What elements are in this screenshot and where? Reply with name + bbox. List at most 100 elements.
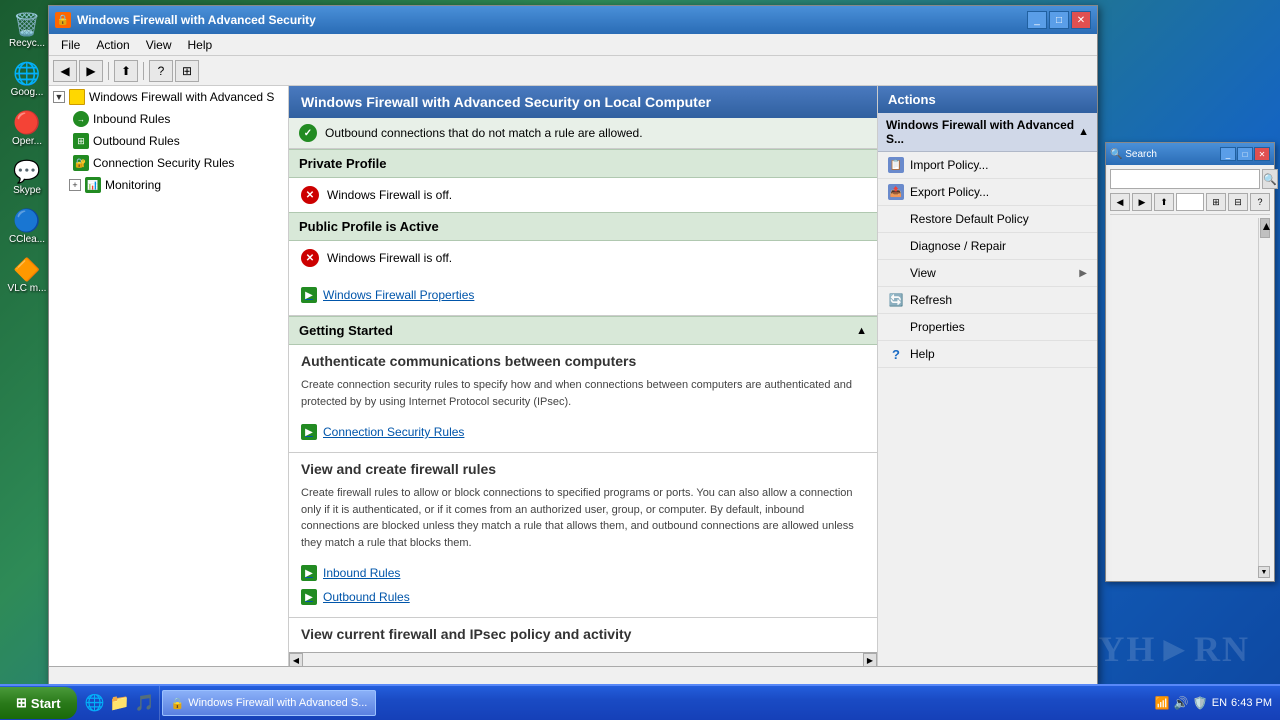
menu-bar: File Action View Help <box>49 34 1097 56</box>
bg-close-btn[interactable]: ✕ <box>1254 147 1270 161</box>
bg-window-body: 🔍 ◀ ▶ ⬆ ⊞ ⊟ ? ▲ ▼ <box>1106 165 1274 582</box>
action-restore-default[interactable]: Restore Default Policy <box>878 206 1097 233</box>
connection-security-link-text: Connection Security Rules <box>323 425 464 439</box>
actions-panel: Actions Windows Firewall with Advanced S… <box>877 86 1097 666</box>
info-banner-text: Outbound connections that do not match a… <box>325 126 643 140</box>
tray-security-icon: 🛡️ <box>1193 696 1208 710</box>
content-body[interactable]: ✓ Outbound connections that do not match… <box>289 118 877 652</box>
horizontal-scrollbar[interactable]: ◀ ▶ <box>289 652 877 666</box>
close-button[interactable]: ✕ <box>1071 11 1091 29</box>
connection-security-link-icon: ▶ <box>301 424 317 440</box>
minimize-button[interactable]: _ <box>1027 11 1047 29</box>
quicklaunch-media[interactable]: 🎵 <box>133 691 157 715</box>
bg-search-input[interactable] <box>1110 169 1260 189</box>
opera-desktop-icon[interactable]: 🔴 Oper... <box>5 108 49 149</box>
forward-button[interactable]: ▶ <box>79 60 103 82</box>
view-current-description: View information about currently applied… <box>301 650 865 652</box>
bg-minimize-btn[interactable]: _ <box>1220 147 1236 161</box>
bg-window-titlebar: 🔍 Search _ □ ✕ <box>1106 143 1274 165</box>
bg-maximize-btn[interactable]: □ <box>1237 147 1253 161</box>
tree-monitoring-label: Monitoring <box>105 178 161 192</box>
authenticate-section: Authenticate communications between comp… <box>289 345 877 453</box>
outbound-rules-link[interactable]: ▶ Outbound Rules <box>301 585 865 609</box>
authenticate-description: Create connection security rules to spec… <box>301 377 865 410</box>
firewall-props-link-text: Windows Firewall Properties <box>323 288 474 302</box>
bg-toolbar-split[interactable]: ⊟ <box>1228 193 1248 211</box>
extra-button[interactable]: ⊞ <box>175 60 199 82</box>
bg-search-button[interactable]: 🔍 <box>1262 169 1278 189</box>
ccleaner-desktop-icon[interactable]: 🔵 CClea... <box>5 206 49 247</box>
clock: 6:43 PM <box>1231 697 1272 709</box>
toolbar: ◀ ▶ ⬆ ? ⊞ <box>49 56 1097 86</box>
recycle-bin-icon[interactable]: 🗑️ Recyc... <box>5 10 49 51</box>
firewall-properties-link[interactable]: ▶ Windows Firewall Properties <box>301 283 865 307</box>
help-button[interactable]: ? <box>149 60 173 82</box>
vlc-desktop-icon[interactable]: 🔶 VLC m... <box>5 255 49 296</box>
help-icon: ? <box>888 346 904 362</box>
view-current-title: View current firewall and IPsec policy a… <box>301 626 865 642</box>
public-profile-header: Public Profile is Active <box>289 212 877 241</box>
authenticate-title: Authenticate communications between comp… <box>301 353 865 369</box>
skype-desktop-icon[interactable]: 💬 Skype <box>5 157 49 198</box>
bg-toolbar-btn3[interactable]: ⬆ <box>1154 193 1174 211</box>
monitoring-icon: 📊 <box>85 177 101 193</box>
bg-toolbar-view-btn[interactable]: ⊞ <box>1206 193 1226 211</box>
tree-item-inbound[interactable]: → Inbound Rules <box>49 108 288 130</box>
inbound-rules-link[interactable]: ▶ Inbound Rules <box>301 561 865 585</box>
menu-view[interactable]: View <box>138 36 180 54</box>
tree-expand-root[interactable]: ▼ <box>53 91 65 103</box>
bg-toolbar-help[interactable]: ? <box>1250 193 1270 211</box>
maximize-button[interactable]: □ <box>1049 11 1069 29</box>
connection-security-rules-link[interactable]: ▶ Connection Security Rules <box>301 420 865 444</box>
content-header: Windows Firewall with Advanced Security … <box>289 86 877 118</box>
action-import-policy[interactable]: 📋 Import Policy... <box>878 152 1097 179</box>
tree-panel: ▼ Windows Firewall with Advanced S → Inb… <box>49 86 289 666</box>
taskbar: ⊞ Start 🌐 📁 🎵 🔒 Windows Firewall with Ad… <box>0 684 1280 720</box>
scroll-left-arrow[interactable]: ◀ <box>289 653 303 666</box>
status-bar <box>49 666 1097 684</box>
tree-root-label: Windows Firewall with Advanced S <box>89 90 274 104</box>
tree-root[interactable]: ▼ Windows Firewall with Advanced S <box>49 86 288 108</box>
menu-help[interactable]: Help <box>180 36 221 54</box>
public-profile-status-icon: ✕ <box>301 249 319 267</box>
tree-item-outbound[interactable]: ⊞ Outbound Rules <box>49 130 288 152</box>
menu-action[interactable]: Action <box>88 36 137 54</box>
taskbar-right: 📶 🔊 🛡️ EN 6:43 PM <box>1147 696 1280 710</box>
tree-item-monitoring[interactable]: + 📊 Monitoring <box>49 174 288 196</box>
connection-security-icon: 🔐 <box>73 155 89 171</box>
public-profile-content: ✕ Windows Firewall is off. <box>289 241 877 275</box>
bg-window-controls: _ □ ✕ <box>1220 147 1270 161</box>
action-help[interactable]: ? Help <box>878 341 1097 368</box>
tree-item-connection-security[interactable]: 🔐 Connection Security Rules <box>49 152 288 174</box>
getting-started-header: Getting Started ▲ <box>289 316 877 345</box>
private-profile-status-text: Windows Firewall is off. <box>327 188 452 202</box>
view-create-section: View and create firewall rules Create fi… <box>289 453 877 618</box>
bg-toolbar-btn2[interactable]: ▶ <box>1132 193 1152 211</box>
action-view[interactable]: View ▶ <box>878 260 1097 287</box>
bg-toolbar-btn1[interactable]: ◀ <box>1110 193 1130 211</box>
properties-icon <box>888 319 904 335</box>
action-properties[interactable]: Properties <box>878 314 1097 341</box>
import-policy-icon: 📋 <box>888 157 904 173</box>
scroll-track[interactable] <box>303 653 863 666</box>
up-button[interactable]: ⬆ <box>114 60 138 82</box>
firewall-properties-section: ▶ Windows Firewall Properties <box>289 275 877 316</box>
action-refresh[interactable]: 🔄 Refresh <box>878 287 1097 314</box>
chrome-desktop-icon[interactable]: 🌐 Goog... <box>5 59 49 100</box>
action-diagnose-repair[interactable]: Diagnose / Repair <box>878 233 1097 260</box>
outbound-rules-link-text: Outbound Rules <box>323 590 410 604</box>
private-profile-status-icon: ✕ <box>301 186 319 204</box>
back-button[interactable]: ◀ <box>53 60 77 82</box>
private-profile-header: Private Profile <box>289 149 877 178</box>
main-window: 🔒 Windows Firewall with Advanced Securit… <box>48 5 1098 685</box>
restore-default-icon <box>888 211 904 227</box>
outbound-shield-icon: ⊞ <box>73 133 89 149</box>
taskbar-firewall-item[interactable]: 🔒 Windows Firewall with Advanced S... <box>162 690 377 716</box>
quicklaunch-folder[interactable]: 📁 <box>108 691 132 715</box>
action-export-policy[interactable]: 📤 Export Policy... <box>878 179 1097 206</box>
menu-file[interactable]: File <box>53 36 88 54</box>
quicklaunch-ie[interactable]: 🌐 <box>83 691 107 715</box>
tree-expand-monitoring[interactable]: + <box>69 179 81 191</box>
scroll-right-arrow[interactable]: ▶ <box>863 653 877 666</box>
start-button[interactable]: ⊞ Start <box>0 687 77 719</box>
